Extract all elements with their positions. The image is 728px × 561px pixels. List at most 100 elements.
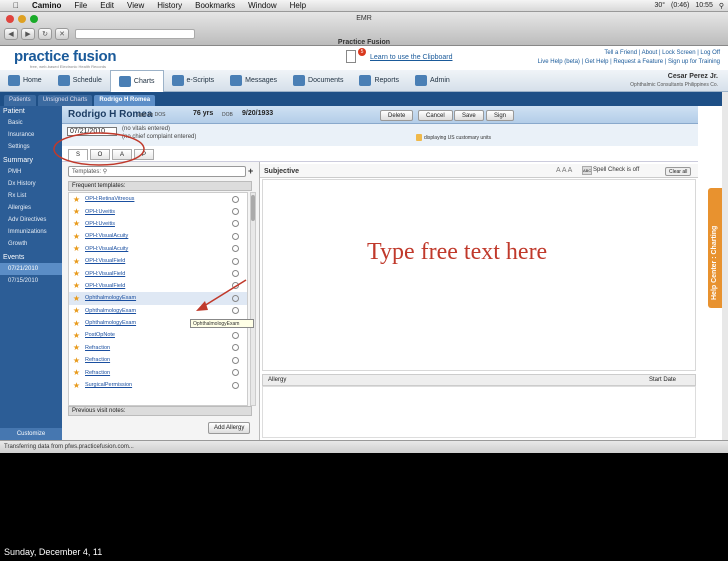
template-name-link[interactable]: OPH:VisualField: [85, 271, 232, 277]
favorite-star-icon[interactable]: ★: [72, 257, 81, 266]
template-radio[interactable]: [232, 294, 239, 302]
template-row[interactable]: ★ OPH:Uveitis: [69, 218, 247, 230]
favorite-star-icon[interactable]: ★: [72, 207, 81, 216]
favorite-star-icon[interactable]: ★: [72, 195, 81, 204]
clipboard-icon[interactable]: [346, 50, 356, 63]
template-name-link[interactable]: OphthalmologyExam: [85, 308, 232, 314]
template-name-link[interactable]: OPH:VisualField: [85, 283, 232, 289]
add-template-icon[interactable]: +: [248, 166, 253, 176]
nav-reports[interactable]: Reports: [351, 70, 407, 92]
save-button[interactable]: Save: [454, 110, 484, 121]
template-row[interactable]: ★ PostOpNote: [69, 329, 247, 341]
menu-window[interactable]: Window: [248, 1, 276, 10]
favorite-star-icon[interactable]: ★: [72, 281, 81, 290]
menu-file[interactable]: File: [74, 1, 87, 10]
template-radio[interactable]: [232, 245, 239, 253]
chief-complaint[interactable]: (no chief complaint entered): [122, 134, 196, 140]
previous-visit-notes-header[interactable]: Previous visit notes:: [68, 406, 252, 416]
add-allergy-button[interactable]: Add Allergy: [208, 422, 251, 434]
template-name-link[interactable]: OPH:VisualAcuity: [85, 233, 232, 239]
template-row[interactable]: ★ Refraction: [69, 366, 247, 378]
template-name-link[interactable]: OPH:VisualAcuity: [85, 246, 232, 252]
template-row[interactable]: ★ Refraction: [69, 354, 247, 366]
apple-icon[interactable]: : [13, 1, 19, 10]
favorite-star-icon[interactable]: ★: [72, 343, 81, 352]
template-radio[interactable]: [232, 270, 239, 278]
template-radio[interactable]: [232, 220, 239, 228]
favorite-star-icon[interactable]: ★: [72, 232, 81, 241]
favorite-star-icon[interactable]: ★: [72, 356, 81, 365]
template-name-link[interactable]: Refraction: [85, 357, 232, 363]
url-bar[interactable]: [75, 29, 195, 39]
sidebar-event-item[interactable]: 07/15/2010: [0, 275, 62, 287]
favorite-star-icon[interactable]: ★: [72, 269, 81, 278]
favorite-star-icon[interactable]: ★: [72, 319, 81, 328]
tab-patients[interactable]: Patients: [4, 95, 36, 106]
template-row[interactable]: ★ OPH:VisualField: [69, 280, 247, 292]
template-name-link[interactable]: OPH:VisualField: [85, 258, 232, 264]
menu-bookmarks[interactable]: Bookmarks: [195, 1, 235, 10]
template-radio[interactable]: [232, 369, 239, 377]
sidebar-item-allergies[interactable]: Allergies: [0, 202, 62, 214]
template-name-link[interactable]: OPH:Uveitis: [85, 221, 232, 227]
customize-button[interactable]: Customize: [0, 428, 62, 440]
subjective-text-area[interactable]: [262, 179, 696, 371]
template-radio[interactable]: [232, 282, 239, 290]
template-radio[interactable]: [232, 356, 239, 364]
tab-subjective[interactable]: S: [68, 149, 88, 160]
templates-search-input[interactable]: Templates: ⚲: [68, 166, 246, 177]
page-scrollbar[interactable]: [722, 92, 728, 440]
font-size-controls[interactable]: A A A: [556, 167, 572, 174]
template-name-link[interactable]: OPH:RetinaVitreous: [85, 196, 232, 202]
favorite-star-icon[interactable]: ★: [72, 244, 81, 253]
template-row[interactable]: ★ SurgicalPermission: [69, 379, 247, 391]
tab-objective[interactable]: O: [90, 149, 110, 160]
nav-documents[interactable]: Documents: [285, 70, 351, 92]
favorite-star-icon[interactable]: ★: [72, 219, 81, 228]
template-name-link[interactable]: SurgicalPermission: [85, 382, 232, 388]
template-row[interactable]: ★ OPH:RetinaVitreous: [69, 193, 247, 205]
tab-unsigned-charts[interactable]: Unsigned Charts: [37, 95, 93, 106]
vitals-summary[interactable]: (no vitals entered): [122, 126, 170, 132]
help-links[interactable]: Live Help (beta) | Get Help | Request a …: [538, 58, 720, 67]
sidebar-item-rx-list[interactable]: Rx List: [0, 190, 62, 202]
sidebar-item-basic[interactable]: Basic: [0, 117, 62, 129]
practice-fusion-logo[interactable]: practice fusion: [14, 48, 117, 65]
favorite-star-icon[interactable]: ★: [72, 294, 81, 303]
tab-assessment[interactable]: A: [112, 149, 132, 160]
menu-help[interactable]: Help: [290, 1, 306, 10]
nav-charts[interactable]: Charts: [109, 69, 164, 92]
template-row[interactable]: ★ OPH:Uveitis: [69, 205, 247, 217]
nav-admin[interactable]: Admin: [407, 70, 458, 92]
template-radio[interactable]: [232, 307, 239, 315]
start-date-column-header[interactable]: Start Date: [649, 375, 676, 386]
template-radio[interactable]: [232, 195, 239, 203]
sidebar-item-growth[interactable]: Growth: [0, 238, 62, 250]
help-center-tab[interactable]: Help Center : Charting: [708, 188, 722, 308]
account-links[interactable]: Tell a Friend | About | Lock Screen | Lo…: [538, 49, 720, 58]
nav-escripts[interactable]: e-Scripts: [164, 70, 223, 92]
spellcheck-icon[interactable]: ABC: [582, 166, 592, 175]
spotlight-icon[interactable]: ⚲: [719, 2, 724, 10]
template-row[interactable]: ★ OphthalmologyExam: [69, 305, 247, 317]
clock[interactable]: 10:55: [695, 2, 713, 9]
template-row[interactable]: ★ Refraction: [69, 342, 247, 354]
clear-all-button[interactable]: Clear all: [665, 167, 692, 176]
favorite-star-icon[interactable]: ★: [72, 306, 81, 315]
delete-button[interactable]: Delete: [380, 110, 414, 121]
template-row[interactable]: ★ OphthalmologyExam: [69, 292, 247, 305]
template-list-scrollbar[interactable]: [250, 192, 256, 406]
menu-history[interactable]: History: [157, 1, 182, 10]
template-radio[interactable]: [232, 331, 239, 339]
favorite-star-icon[interactable]: ★: [72, 368, 81, 377]
favorite-star-icon[interactable]: ★: [72, 331, 81, 340]
frequent-templates-header[interactable]: Frequent templates:: [68, 181, 252, 191]
menu-app-name[interactable]: Camino: [32, 1, 61, 10]
template-name-link[interactable]: Refraction: [85, 345, 232, 351]
template-name-link[interactable]: PostOpNote: [85, 332, 232, 338]
template-radio[interactable]: [232, 208, 239, 216]
template-row[interactable]: ★ OPH:VisualAcuity: [69, 230, 247, 242]
menu-view[interactable]: View: [127, 1, 144, 10]
nav-home[interactable]: Home: [0, 70, 50, 92]
battery-time[interactable]: (0:46): [671, 2, 689, 9]
